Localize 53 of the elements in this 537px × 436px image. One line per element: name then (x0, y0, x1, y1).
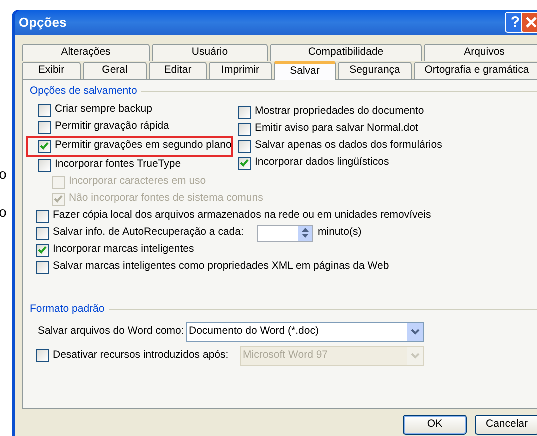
tab[interactable]: Salvar (274, 61, 336, 80)
checkbox-label: Fazer cópia local dos arquivos armazenados na rede ou em unidades removíveis (53, 208, 432, 224)
checkbox-label: Criar sempre backup (55, 102, 152, 118)
dialog-button[interactable]: Cancelar (475, 415, 537, 435)
checkbox[interactable] (36, 244, 49, 257)
checkbox[interactable] (36, 210, 49, 223)
checkbox-label: Não incorporar fontes de sistema comuns (69, 191, 264, 206)
field-label: Salvar arquivos do Word como: (37, 324, 186, 339)
dialog-button[interactable]: OK (403, 415, 467, 435)
save-format-dropdown[interactable]: Documento do Word (*.doc) (186, 322, 424, 342)
unit-label: minuto(s) (318, 225, 362, 240)
checkbox[interactable] (38, 140, 51, 153)
checkbox[interactable] (36, 226, 49, 240)
checkbox-label: Mostrar propriedades do documento (255, 104, 424, 120)
checkbox-label: Incorporar caracteres em uso (69, 174, 206, 190)
checkbox-label: Emitir aviso para salvar Normal.dot (255, 121, 418, 136)
close-button[interactable] (521, 12, 537, 33)
tab[interactable]: Alterações (22, 44, 150, 61)
checkbox[interactable] (36, 260, 49, 274)
checkbox[interactable] (38, 120, 51, 134)
window-title: Opções (19, 14, 68, 32)
checkmark-icon (38, 246, 47, 254)
checkbox-label: Salvar apenas os dados dos formulários (255, 138, 442, 154)
tab[interactable]: Ortografia e gramática (414, 62, 537, 79)
checkbox[interactable] (38, 104, 51, 117)
checkmark-icon (54, 195, 63, 204)
minutes-spin-field[interactable] (257, 224, 313, 242)
tab[interactable]: Usuário (152, 44, 268, 61)
tab[interactable]: Editar (149, 62, 207, 79)
tab[interactable]: Compatibilidade (270, 44, 422, 61)
close-icon (526, 17, 537, 28)
checkbox-label: Salvar marcas inteligentes como propriedades XML em páginas da Web (53, 259, 390, 274)
checkbox[interactable] (238, 122, 251, 136)
tab[interactable]: Arquivos (424, 44, 537, 61)
tab[interactable]: Imprimir (209, 62, 272, 79)
spin-arrows-icon[interactable] (298, 226, 312, 241)
checkbox-label: Incorporar marcas inteligentes (53, 242, 194, 258)
checkmark-icon (40, 142, 49, 150)
checkbox[interactable] (238, 106, 251, 119)
checkbox-label: Incorporar dados lingüísticos (255, 155, 390, 170)
group-title: Opções de salvamento (30, 84, 138, 99)
checkbox-label: Incorporar fontes TrueType (55, 157, 182, 172)
checkbox-label: Salvar info. de AutoRecuperação a cada: (53, 225, 244, 240)
checkbox-label: Permitir gravação rápida (55, 119, 170, 134)
checkbox-label: Desativar recursos introduzidos após: (53, 348, 229, 363)
tab[interactable]: Exibir (22, 62, 81, 79)
checkmark-icon (240, 159, 249, 168)
tab[interactable]: Geral (83, 62, 147, 79)
tab[interactable]: Segurança (338, 62, 412, 79)
group-title: Formato padrão (30, 302, 105, 317)
checkbox[interactable] (238, 156, 251, 170)
checkbox[interactable] (38, 158, 51, 172)
checkbox[interactable] (238, 140, 251, 153)
